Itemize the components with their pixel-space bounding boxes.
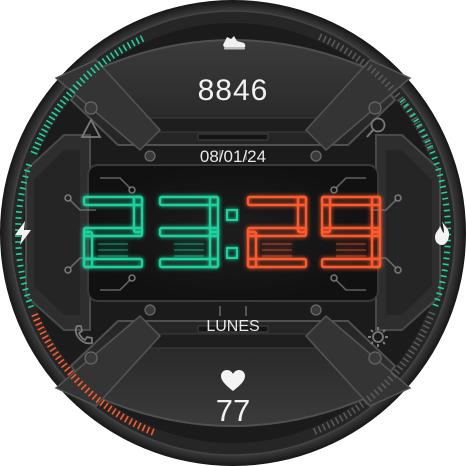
date-label: 08/01/24	[199, 147, 267, 166]
left-ring-tick	[15, 252, 23, 256]
gear-icon	[366, 325, 390, 349]
left-ring-tick	[18, 270, 25, 274]
left-ring-tick	[16, 258, 23, 262]
steps-count: 8846	[197, 74, 269, 107]
left-side-panel	[25, 134, 91, 331]
flame-icon[interactable]	[432, 220, 452, 246]
right-ring-tick	[443, 209, 450, 212]
left-ring-tick	[16, 204, 23, 208]
right-ring-tick	[442, 263, 449, 266]
heart-icon[interactable]	[220, 369, 246, 393]
weekday-label: LUNES	[206, 318, 260, 335]
triangle-icon	[80, 118, 102, 140]
left-ring-tick	[17, 198, 24, 202]
right-side-panel	[375, 134, 441, 331]
lightning-icon[interactable]	[12, 220, 34, 246]
right-ring-tick	[444, 251, 451, 254]
left-ring-tick	[17, 264, 24, 268]
shoe-icon[interactable]	[221, 33, 247, 51]
right-ring-tick	[442, 197, 449, 200]
watch-face: 8846 08/01/24 LUNES 77	[0, 0, 466, 466]
left-ring-tick	[18, 192, 25, 196]
heart-rate-value: 77	[215, 393, 251, 428]
right-ring-tick	[441, 269, 448, 272]
right-ring-tick	[441, 191, 448, 195]
magnifier-icon	[364, 116, 388, 140]
right-ring-tick	[443, 203, 450, 206]
right-ring-tick	[443, 257, 450, 260]
left-ring-tick	[15, 210, 23, 214]
phone-icon	[72, 323, 94, 347]
